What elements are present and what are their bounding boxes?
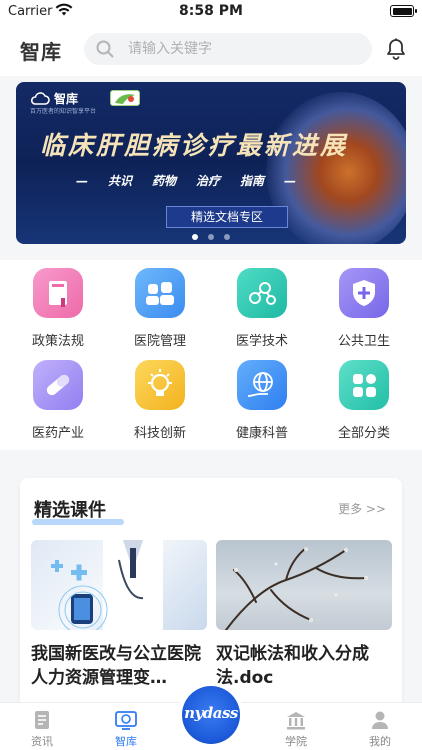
search-bar[interactable]	[84, 33, 372, 65]
featured-courses-section: 精选课件 更多 >> 我国新医改与公立医院人力资源管理变… 双记帐法和收入分成法…	[20, 478, 402, 718]
category-public-health[interactable]: 公共卫生	[314, 268, 414, 349]
academy-building-icon	[254, 709, 338, 731]
shield-plus-icon	[339, 268, 389, 318]
tab-profile[interactable]: 我的	[338, 709, 422, 749]
course-thumbnail	[216, 540, 392, 630]
banner-tag: 药物	[151, 174, 176, 188]
category-pharma[interactable]: 医药产业	[8, 360, 108, 441]
tab-label: 我的	[369, 735, 391, 748]
globe-hand-icon	[237, 360, 287, 410]
search-input[interactable]	[128, 33, 358, 65]
battery-icon	[390, 5, 417, 17]
book-icon	[33, 268, 83, 318]
center-logo-text: nydass	[184, 704, 238, 722]
molecule-icon	[237, 268, 287, 318]
monitor-brain-icon	[84, 709, 168, 731]
banner-brand-subtitle: 百万医者的知识智享平台	[30, 108, 97, 115]
tab-news[interactable]: 资讯	[0, 709, 84, 749]
clock: 8:58 PM	[179, 3, 243, 19]
status-bar: Carrier 8:58 PM	[0, 0, 422, 24]
top-header: 智库	[0, 24, 422, 76]
lightbulb-icon	[135, 360, 185, 410]
carousel-indicator[interactable]	[16, 225, 406, 244]
people-icon	[135, 268, 185, 318]
category-label: 政策法规	[31, 334, 84, 349]
category-label: 医院管理	[133, 334, 186, 349]
banner-dash: —	[75, 174, 88, 188]
category-grid: 政策法规 医院管理 医学技术 公共卫生 医药产业 科技创新 健康科普 全部分类	[0, 260, 422, 450]
section-title: 精选课件	[34, 500, 106, 521]
banner-dash: —	[284, 174, 297, 188]
course-title: 双记帐法和收入分成法.doc	[216, 644, 369, 688]
category-label: 全部分类	[337, 426, 390, 441]
tab-label: 智库	[115, 735, 137, 748]
category-hospital-management[interactable]: 医院管理	[110, 268, 210, 349]
tab-label: 资讯	[31, 735, 53, 748]
category-innovation[interactable]: 科技创新	[110, 360, 210, 441]
banner-headline: 临床肝胆病诊疗最新进展	[40, 131, 349, 160]
category-all[interactable]: 全部分类	[314, 360, 414, 441]
news-doc-icon	[0, 709, 84, 731]
category-label: 公共卫生	[337, 334, 390, 349]
carousel-dot[interactable]	[208, 234, 214, 240]
category-health-education[interactable]: 健康科普	[212, 360, 312, 441]
course-card[interactable]: 我国新医改与公立医院人力资源管理变…	[31, 540, 207, 690]
page-title: 智库	[20, 40, 62, 64]
center-logo-button[interactable]: nydass	[182, 686, 240, 744]
pill-icon	[33, 360, 83, 410]
category-medical-tech[interactable]: 医学技术	[212, 268, 312, 349]
banner-tag: 指南	[240, 174, 265, 188]
banner-brand: 智库	[54, 92, 79, 106]
notification-bell-icon[interactable]	[386, 38, 406, 64]
tab-academy[interactable]: 学院	[254, 709, 338, 749]
category-label: 医学技术	[235, 334, 288, 349]
tab-label: 学院	[285, 735, 307, 748]
person-icon	[338, 709, 422, 731]
carousel-dot[interactable]	[224, 234, 230, 240]
carousel-dot[interactable]	[192, 234, 198, 240]
course-title: 我国新医改与公立医院人力资源管理变…	[31, 644, 201, 688]
partner-logo-icon	[110, 90, 140, 106]
grid-icon	[339, 360, 389, 410]
promo-banner[interactable]: 智库 百万医者的知识智享平台 临床肝胆病诊疗最新进展 — 共识 药物 治疗 指南 — 精选…	[16, 82, 406, 244]
course-card[interactable]: 双记帐法和收入分成法.doc	[216, 540, 392, 690]
more-link[interactable]: 更多 >>	[338, 500, 386, 517]
search-icon	[96, 40, 114, 62]
category-label: 医药产业	[31, 426, 84, 441]
course-thumbnail	[31, 540, 207, 630]
banner-tags: — 共识 药物 治疗 指南 —	[16, 172, 356, 189]
tab-think-tank[interactable]: 智库	[84, 709, 168, 749]
category-label: 健康科普	[235, 426, 288, 441]
banner-tag: 共识	[107, 174, 132, 188]
category-label: 科技创新	[133, 426, 186, 441]
category-policy[interactable]: 政策法规	[8, 268, 108, 349]
banner-tag: 治疗	[196, 174, 221, 188]
